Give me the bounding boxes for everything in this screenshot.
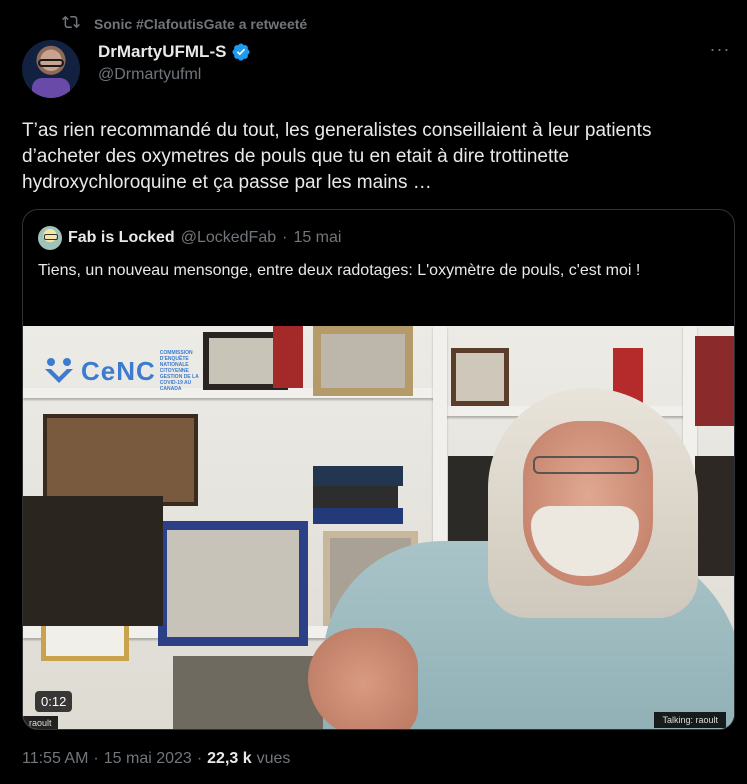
retweet-icon	[62, 13, 80, 34]
tweet-footer: 11:55 AM · 15 mai 2023 · 22,3 k vues	[22, 750, 290, 768]
tweet-time[interactable]: 11:55 AM	[22, 750, 88, 768]
quoted-author-handle[interactable]: @LockedFab	[181, 229, 276, 247]
cenc-logo: CeNC COMMISSION D'ENQUÊTE NATIONALE CITO…	[41, 350, 210, 392]
quoted-author-avatar[interactable]	[38, 226, 62, 250]
quoted-date[interactable]: 15 mai	[293, 229, 341, 247]
quoted-tweet-text: Tiens, un nouveau mensonge, entre deux r…	[38, 262, 641, 279]
video-talking-label: Talking: raoult	[654, 712, 726, 728]
author-avatar[interactable]	[22, 40, 80, 98]
tweet-text: T’as rien recommandé du tout, les genera…	[22, 120, 657, 193]
footer-separator-2: ·	[196, 750, 203, 767]
author-handle[interactable]: @Drmartyufml	[98, 66, 251, 84]
tweet[interactable]: Sonic #ClafoutisGate a retweeté DrMartyU…	[0, 0, 747, 784]
video-participant-label: raoult	[23, 716, 58, 729]
more-icon: ···	[709, 39, 731, 59]
quoted-tweet[interactable]: Fab is Locked @LockedFab · 15 mai Tiens,…	[22, 209, 735, 730]
views-label: vues	[256, 750, 291, 767]
video-timestamp: 0:12	[35, 691, 73, 712]
footer-separator: ·	[93, 750, 99, 767]
tweet-date[interactable]: 15 mai 2023	[104, 750, 192, 768]
quoted-tweet-header: Fab is Locked @LockedFab · 15 mai	[38, 226, 341, 250]
verified-badge-icon[interactable]	[231, 42, 251, 62]
cenc-logo-text: CeNC	[81, 355, 156, 386]
video-player[interactable]: CeNC COMMISSION D'ENQUÊTE NATIONALE CITO…	[23, 326, 734, 729]
cenc-logo-subtext: COMMISSION D'ENQUÊTE NATIONALE CITOYENNE…	[159, 350, 199, 392]
more-options-button[interactable]: ···	[707, 39, 733, 62]
cenc-people-icon	[45, 358, 73, 383]
quoted-author-name[interactable]: Fab is Locked	[68, 229, 175, 247]
author-info[interactable]: DrMartyUFML-S @Drmartyufml	[98, 42, 251, 84]
retweet-line[interactable]: Sonic #ClafoutisGate a retweeté	[62, 13, 307, 34]
quoted-separator: ·	[282, 229, 288, 246]
retweet-label: Sonic #ClafoutisGate a retweeté	[94, 15, 308, 32]
author-name[interactable]: DrMartyUFML-S	[98, 42, 226, 62]
views-count: 22,3 k	[207, 750, 252, 767]
